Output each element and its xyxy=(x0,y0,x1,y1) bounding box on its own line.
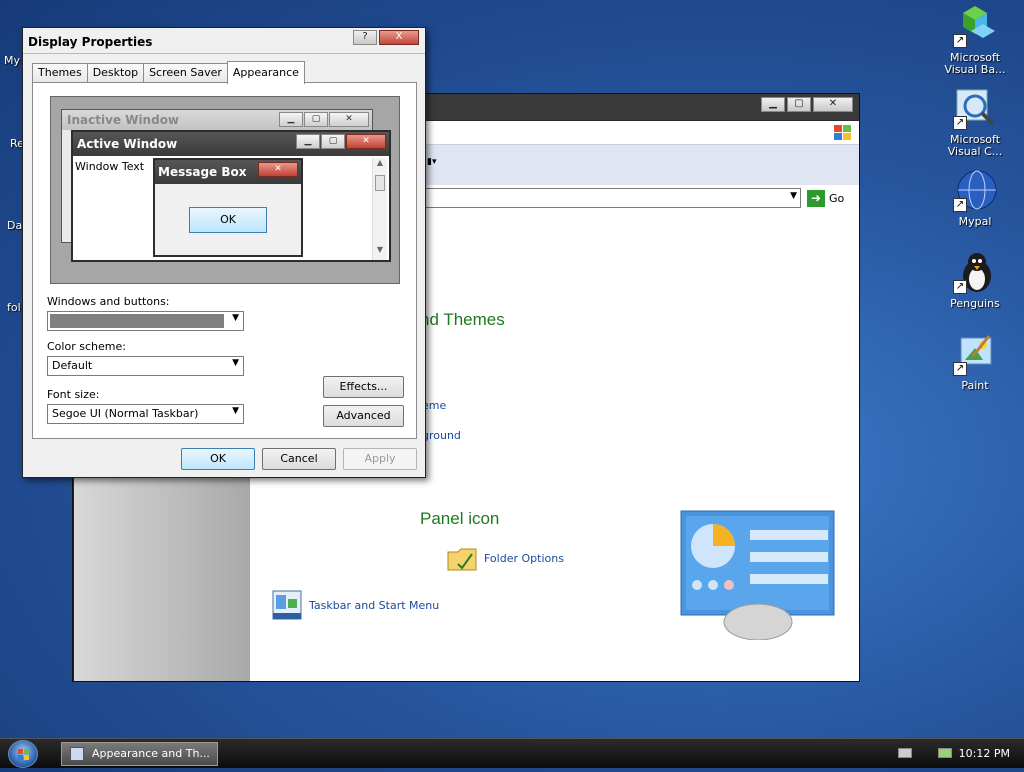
panel-icon-heading: Panel icon xyxy=(420,509,500,528)
desktop-icon-paint[interactable]: ↗ Paint xyxy=(940,332,1010,392)
close-button[interactable]: ✕ xyxy=(813,97,853,112)
scroll-down-icon: ▼ xyxy=(376,245,384,254)
desktop-icon-label: Paint xyxy=(961,379,989,392)
maximize-button[interactable]: ▢ xyxy=(787,97,811,112)
taskbar-item-label: Appearance and Th... xyxy=(92,747,210,760)
desktop-icon-penguins[interactable]: ↗ Penguins xyxy=(940,250,1010,310)
desktop-icon-data-label[interactable]: Da xyxy=(7,219,22,232)
control-panel-menubar xyxy=(425,121,859,145)
desktop-icon-microsoft-visual-basic[interactable]: ↗ Microsoft Visual Ba... xyxy=(940,4,1010,76)
preview-scrollbar: ▲ ▼ xyxy=(372,158,387,260)
display-properties-dialog[interactable]: Display Properties ? X Themes Desktop Sc… xyxy=(22,27,426,478)
appearance-panel: Inactive Window ▁ ▢ ✕ Active Window ▁ ▢ xyxy=(32,82,417,439)
preview-active-window: Active Window ▁ ▢ ✕ Window Text ▲ ▼ Mess… xyxy=(71,130,391,262)
windows-and-buttons-select[interactable]: ▼ xyxy=(47,311,244,331)
tab-desktop[interactable]: Desktop xyxy=(86,63,145,83)
chevron-down-icon: ▼ xyxy=(232,313,239,323)
appearance-preview: Inactive Window ▁ ▢ ✕ Active Window ▁ ▢ xyxy=(50,96,400,284)
active-window-title: Active Window xyxy=(77,137,178,151)
color-scheme-value: Default xyxy=(52,359,93,372)
system-tray: 10:12 PM xyxy=(874,739,1024,768)
folder-options-label: Folder Options xyxy=(484,551,564,565)
font-size-label: Font size: xyxy=(47,388,100,401)
go-label: Go xyxy=(829,191,845,205)
dialog-titlebar[interactable]: Display Properties ? X xyxy=(23,28,425,54)
control-panel-toolbar: ▮▾ xyxy=(425,145,859,185)
folder-options-item[interactable]: Folder Options xyxy=(446,544,564,572)
taskbar: Appearance and Th... 10:12 PM xyxy=(0,738,1024,768)
help-button[interactable]: ? xyxy=(353,30,377,45)
ok-button[interactable]: OK xyxy=(181,448,255,470)
penguin-icon: ↗ xyxy=(953,250,997,294)
window-text-sample: Window Text xyxy=(75,160,145,173)
close-icon: ✕ xyxy=(258,162,298,177)
minimize-icon: ▁ xyxy=(296,134,320,149)
go-arrow-icon: ➜ xyxy=(807,189,825,207)
tab-themes[interactable]: Themes xyxy=(32,63,88,83)
address-bar: ▼ ➜ Go xyxy=(425,185,859,211)
close-icon: ✕ xyxy=(346,134,386,149)
taskbar-start-menu-label: Taskbar and Start Menu xyxy=(309,598,440,612)
dialog-body: Themes Desktop Screen Saver Appearance I… xyxy=(23,54,425,477)
control-panel-icon xyxy=(70,747,84,761)
desktop-icon-label: Penguins xyxy=(950,297,1000,310)
windows-and-buttons-label: Windows and buttons: xyxy=(47,295,170,308)
message-box-ok-button: OK xyxy=(189,207,267,233)
desktop-icon-my-label[interactable]: My xyxy=(4,54,20,67)
go-button[interactable]: ➜ Go xyxy=(807,189,844,207)
dialog-close-button[interactable]: X xyxy=(379,30,419,45)
desktop-icon-label: Microsoft Visual Ba... xyxy=(944,51,1006,76)
tab-appearance[interactable]: Appearance xyxy=(226,61,305,84)
tab-screen-saver[interactable]: Screen Saver xyxy=(143,63,228,83)
clock[interactable]: 10:12 PM xyxy=(959,747,1010,760)
start-button[interactable] xyxy=(8,740,38,768)
category-heading: nd Themes xyxy=(420,310,505,329)
maximize-icon: ▢ xyxy=(321,134,345,149)
desktop-icon-mypal[interactable]: ↗ Mypal xyxy=(940,168,1010,228)
taskbar-start-menu-item[interactable]: Taskbar and Start Menu xyxy=(271,589,439,621)
taskbar-icon xyxy=(272,590,302,620)
cancel-button[interactable]: Cancel xyxy=(262,448,336,470)
chevron-down-icon: ▼ xyxy=(232,358,239,368)
address-input[interactable]: ▼ xyxy=(425,188,801,208)
effects-button[interactable]: Effects... xyxy=(323,376,404,398)
control-panel-illustration xyxy=(680,510,835,641)
apply-button[interactable]: Apply xyxy=(343,448,417,470)
font-size-select[interactable]: Segoe UI (Normal Taskbar) ▼ xyxy=(47,404,244,424)
magnifier-icon: ↗ xyxy=(953,86,997,130)
windows-flag-icon xyxy=(833,124,853,142)
network-icon[interactable] xyxy=(938,748,952,758)
views-dropdown-icon[interactable]: ▮▾ xyxy=(427,157,436,167)
windows-logo-icon xyxy=(18,749,29,760)
chevron-down-icon: ▼ xyxy=(232,406,239,416)
minimize-icon: ▁ xyxy=(279,112,303,127)
tab-strip: Themes Desktop Screen Saver Appearance xyxy=(32,61,305,84)
desktop-icon-label: Mypal xyxy=(958,215,992,228)
dialog-title: Display Properties xyxy=(28,35,153,49)
minimize-button[interactable]: ▁ xyxy=(761,97,785,112)
close-icon: ✕ xyxy=(329,112,369,127)
desktop-icon-label: Microsoft Visual C... xyxy=(947,133,1003,158)
scroll-up-icon: ▲ xyxy=(376,158,384,167)
font-size-value: Segoe UI (Normal Taskbar) xyxy=(52,407,199,420)
desktop-icon-microsoft-visual-c[interactable]: ↗ Microsoft Visual C... xyxy=(940,86,1010,158)
desktop-icon-folder-label[interactable]: fol xyxy=(7,301,21,314)
taskbar-item-appearance[interactable]: Appearance and Th... xyxy=(61,742,218,766)
color-scheme-select[interactable]: Default ▼ xyxy=(47,356,244,376)
folder-options-icon xyxy=(447,548,477,571)
preview-message-box: Message Box ✕ OK xyxy=(153,158,303,257)
scroll-thumb xyxy=(375,175,385,191)
color-scheme-label: Color scheme: xyxy=(47,340,126,353)
keyboard-icon[interactable] xyxy=(898,748,912,758)
globe-icon: ↗ xyxy=(953,168,997,212)
advanced-button[interactable]: Advanced xyxy=(323,405,404,427)
inactive-window-title: Inactive Window xyxy=(67,113,180,127)
style-swatch xyxy=(50,314,224,328)
task-link-background[interactable]: ground xyxy=(422,429,461,442)
paint-icon: ↗ xyxy=(953,332,997,376)
cubes-icon: ↗ xyxy=(953,4,997,48)
maximize-icon: ▢ xyxy=(304,112,328,127)
message-box-title: Message Box xyxy=(158,165,247,179)
